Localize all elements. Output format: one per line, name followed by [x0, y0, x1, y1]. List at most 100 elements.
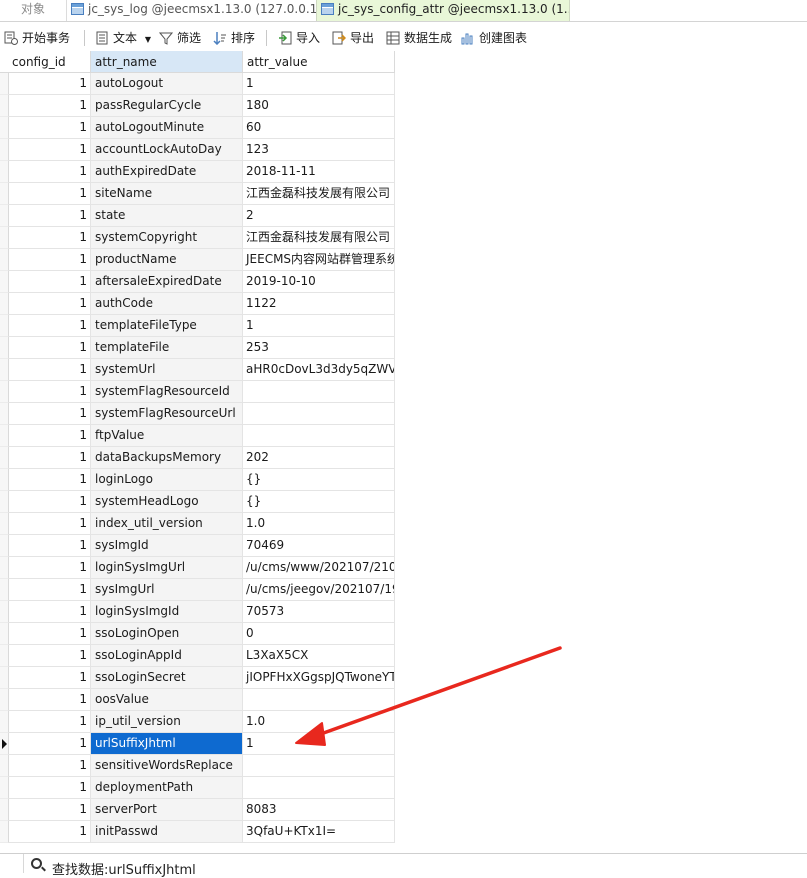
- cell-config-id[interactable]: 1: [9, 183, 91, 205]
- cell-attr-name[interactable]: ip_util_version: [91, 711, 243, 733]
- row-marker[interactable]: [0, 821, 9, 843]
- row-marker[interactable]: [0, 183, 9, 205]
- cell-config-id[interactable]: 1: [9, 667, 91, 689]
- row-marker[interactable]: [0, 139, 9, 161]
- row-marker[interactable]: [0, 337, 9, 359]
- row-marker[interactable]: [0, 359, 9, 381]
- cell-attr-name[interactable]: autoLogout: [91, 73, 243, 95]
- data-generation-button[interactable]: 数据生成: [386, 27, 452, 49]
- cell-config-id[interactable]: 1: [9, 601, 91, 623]
- cell-config-id[interactable]: 1: [9, 425, 91, 447]
- cell-attr-name[interactable]: sysImgUrl: [91, 579, 243, 601]
- cell-attr-name[interactable]: oosValue: [91, 689, 243, 711]
- row-marker[interactable]: [0, 73, 9, 95]
- cell-attr-value[interactable]: 1.0: [243, 513, 395, 535]
- row-marker[interactable]: [0, 425, 9, 447]
- cell-attr-name[interactable]: systemFlagResourceId: [91, 381, 243, 403]
- cell-config-id[interactable]: 1: [9, 359, 91, 381]
- cell-config-id[interactable]: 1: [9, 205, 91, 227]
- cell-config-id[interactable]: 1: [9, 139, 91, 161]
- row-marker[interactable]: [0, 161, 9, 183]
- cell-attr-value[interactable]: [243, 403, 395, 425]
- cell-attr-name[interactable]: systemFlagResourceUrl: [91, 403, 243, 425]
- cell-attr-value[interactable]: aHR0cDovL3d3dy5qZWVj: [243, 359, 395, 381]
- filter-button[interactable]: 筛选: [158, 27, 201, 49]
- cell-attr-name[interactable]: accountLockAutoDay: [91, 139, 243, 161]
- cell-attr-name[interactable]: templateFileType: [91, 315, 243, 337]
- cell-attr-name[interactable]: ssoLoginSecret: [91, 667, 243, 689]
- row-marker[interactable]: [0, 667, 9, 689]
- row-marker[interactable]: [0, 799, 9, 821]
- cell-config-id[interactable]: 1: [9, 403, 91, 425]
- row-marker[interactable]: [0, 227, 9, 249]
- cell-attr-name[interactable]: loginSysImgId: [91, 601, 243, 623]
- cell-attr-name[interactable]: systemCopyright: [91, 227, 243, 249]
- cell-attr-value[interactable]: /u/cms/www/202107/2108: [243, 557, 395, 579]
- cell-config-id[interactable]: 1: [9, 73, 91, 95]
- row-marker[interactable]: [0, 777, 9, 799]
- cell-attr-value[interactable]: JEECMS内容网站群管理系统: [243, 249, 395, 271]
- row-marker[interactable]: [0, 491, 9, 513]
- cell-attr-name[interactable]: deploymentPath: [91, 777, 243, 799]
- cell-attr-value[interactable]: 2018-11-11: [243, 161, 395, 183]
- cell-attr-value[interactable]: 70469: [243, 535, 395, 557]
- cell-attr-value[interactable]: 2019-10-10: [243, 271, 395, 293]
- cell-attr-value[interactable]: 1: [243, 733, 395, 755]
- cell-config-id[interactable]: 1: [9, 799, 91, 821]
- cell-attr-name[interactable]: state: [91, 205, 243, 227]
- row-marker[interactable]: [0, 249, 9, 271]
- cell-config-id[interactable]: 1: [9, 733, 91, 755]
- cell-attr-value[interactable]: L3XaX5CX: [243, 645, 395, 667]
- cell-config-id[interactable]: 1: [9, 689, 91, 711]
- data-grid[interactable]: config_id attr_name attr_value 1 autoLogo…: [0, 51, 395, 844]
- cell-attr-name[interactable]: loginSysImgUrl: [91, 557, 243, 579]
- column-header-attr-name[interactable]: attr_name: [91, 51, 243, 73]
- cell-config-id[interactable]: 1: [9, 777, 91, 799]
- cell-attr-name[interactable]: autoLogoutMinute: [91, 117, 243, 139]
- cell-config-id[interactable]: 1: [9, 579, 91, 601]
- row-marker[interactable]: [0, 711, 9, 733]
- row-marker[interactable]: [0, 645, 9, 667]
- row-marker[interactable]: [0, 95, 9, 117]
- cell-config-id[interactable]: 1: [9, 755, 91, 777]
- sort-button[interactable]: 排序: [213, 27, 255, 49]
- cell-config-id[interactable]: 1: [9, 337, 91, 359]
- cell-config-id[interactable]: 1: [9, 227, 91, 249]
- cell-config-id[interactable]: 1: [9, 491, 91, 513]
- export-button[interactable]: 导出: [332, 27, 374, 49]
- cell-attr-value[interactable]: [243, 689, 395, 711]
- begin-transaction-button[interactable]: 开始事务: [4, 27, 70, 49]
- text-view-button[interactable]: 文本 ▼: [95, 27, 151, 49]
- cell-attr-value[interactable]: 202: [243, 447, 395, 469]
- cell-config-id[interactable]: 1: [9, 381, 91, 403]
- cell-attr-name[interactable]: authExpiredDate: [91, 161, 243, 183]
- cell-attr-value[interactable]: 江西金磊科技发展有限公司: [243, 183, 395, 205]
- cell-attr-name[interactable]: sensitiveWordsReplace: [91, 755, 243, 777]
- cell-config-id[interactable]: 1: [9, 293, 91, 315]
- row-marker[interactable]: [0, 117, 9, 139]
- tab-jc-sys-log[interactable]: jc_sys_log @jeecmsx1.13.0 (127.0.0.1...: [66, 0, 316, 21]
- create-chart-button[interactable]: 创建图表: [461, 27, 527, 49]
- column-header-attr-value[interactable]: attr_value: [243, 51, 395, 73]
- cell-attr-name[interactable]: ftpValue: [91, 425, 243, 447]
- cell-config-id[interactable]: 1: [9, 645, 91, 667]
- cell-attr-value[interactable]: {}: [243, 491, 395, 513]
- tab-objects[interactable]: 对象: [0, 0, 66, 21]
- cell-attr-value[interactable]: 8083: [243, 799, 395, 821]
- cell-config-id[interactable]: 1: [9, 469, 91, 491]
- cell-config-id[interactable]: 1: [9, 623, 91, 645]
- row-marker[interactable]: [0, 601, 9, 623]
- cell-config-id[interactable]: 1: [9, 447, 91, 469]
- cell-attr-name[interactable]: aftersaleExpiredDate: [91, 271, 243, 293]
- cell-attr-value[interactable]: 江西金磊科技发展有限公司: [243, 227, 395, 249]
- row-marker[interactable]: [0, 579, 9, 601]
- cell-config-id[interactable]: 1: [9, 557, 91, 579]
- cell-attr-name[interactable]: authCode: [91, 293, 243, 315]
- cell-attr-name[interactable]: productName: [91, 249, 243, 271]
- cell-config-id[interactable]: 1: [9, 117, 91, 139]
- cell-attr-value[interactable]: 60: [243, 117, 395, 139]
- cell-config-id[interactable]: 1: [9, 95, 91, 117]
- cell-config-id[interactable]: 1: [9, 315, 91, 337]
- cell-attr-name[interactable]: siteName: [91, 183, 243, 205]
- cell-config-id[interactable]: 1: [9, 271, 91, 293]
